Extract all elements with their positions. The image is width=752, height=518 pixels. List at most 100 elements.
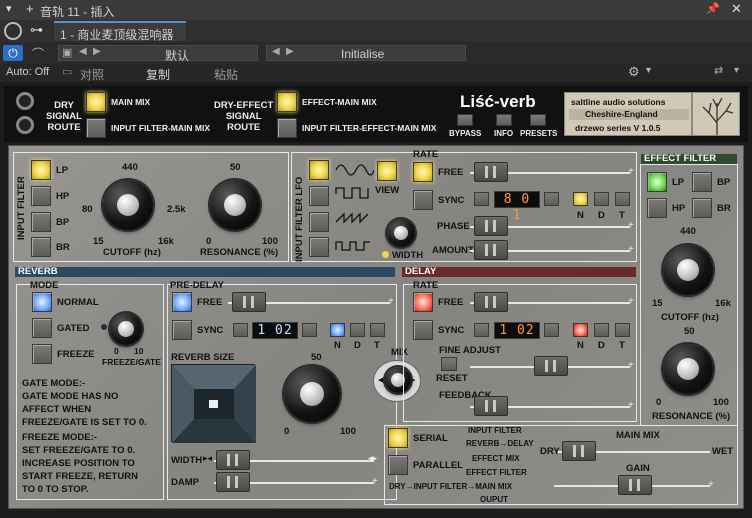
delay-dec-button[interactable] [474,323,489,337]
main-mix-button[interactable] [86,92,106,112]
sidechain-icon[interactable]: ⌒ [32,45,44,62]
input-cutoff-knob[interactable] [103,180,153,230]
feedback-slider-thumb[interactable] [474,396,508,416]
fine-adjust-slider-thumb[interactable] [534,356,568,376]
prev-preset-icon[interactable]: ◀ [79,46,87,57]
effect-res-tick-br: 100 [713,397,729,408]
close-icon[interactable]: ✕ [731,1,742,17]
preset-name: 默认 [165,49,190,63]
lfo-sine-button[interactable] [309,160,329,180]
pin-icon[interactable]: 📌 [706,2,720,15]
reverb-damp-slider-thumb[interactable] [216,472,250,492]
effect-cutoff-knob[interactable] [663,245,713,295]
lfo-square-button[interactable] [309,186,329,206]
freeze-gate-knob[interactable] [110,313,142,345]
delay-t-button[interactable] [615,323,630,337]
lfo-n-button[interactable] [573,192,588,206]
input-hp-label: HP [56,191,70,202]
reverb-gated-button[interactable] [32,318,52,338]
slot-tab-label: 1 - 商业麦顶级混响器 [60,28,174,42]
copy-doc-icon[interactable]: ▭ [62,65,72,78]
info-button[interactable] [496,114,512,126]
lfo-sync-inc-button[interactable] [544,192,559,206]
paste-button[interactable]: 粘贴 [214,66,238,83]
prev-state-icon[interactable]: ◀ [272,46,280,57]
routing-icon[interactable]: ⊶ [30,22,43,38]
next-preset-icon[interactable]: ▶ [93,46,101,57]
predelay-sync-button[interactable] [172,320,192,340]
predelay-t-button[interactable] [370,323,385,337]
lfo-amount-slider-thumb[interactable] [474,240,508,260]
next-state-icon[interactable]: ▶ [286,46,294,57]
serial-button[interactable] [388,428,408,448]
effect-bp-button[interactable] [692,172,712,192]
lfo-pulse-button[interactable] [309,237,329,257]
predelay-slider-thumb[interactable] [232,292,266,312]
effect-main-mix-button[interactable] [277,92,297,112]
delay-d-button[interactable] [594,323,609,337]
delay-free-slider-thumb[interactable] [474,292,508,312]
plus-icon[interactable]: + [26,1,34,16]
delay-n-button[interactable] [573,323,588,337]
lfo-width-knob[interactable] [387,219,415,247]
lfo-d-button[interactable] [594,192,609,206]
reverb-normal-button[interactable] [32,292,52,312]
input-bp-button[interactable] [31,212,51,232]
delay-reset-button[interactable] [441,357,457,371]
lfo-view-button[interactable] [377,161,397,181]
input-filter-main-mix-button[interactable] [86,118,106,138]
plus-icon: + [628,360,634,371]
effect-resonance-knob[interactable] [663,344,713,394]
gain-slider-thumb[interactable] [618,475,652,495]
gear-icon[interactable]: ⚙ [628,64,640,80]
predelay-free-button[interactable] [172,292,192,312]
presets-button[interactable] [530,114,546,126]
effect-hp-button[interactable] [647,198,667,218]
chevron-down-icon[interactable]: ▾ [734,65,739,76]
predelay-inc-button[interactable] [302,323,317,337]
screw-icon [16,92,34,110]
reverb-freeze-button[interactable] [32,344,52,364]
delay-n-label: N [577,340,584,351]
lfo-phase-slider-thumb[interactable] [474,216,508,236]
input-filter-effect-main-mix-button[interactable] [277,118,297,138]
reverb-width-slider-thumb[interactable] [216,450,250,470]
lfo-sync-dec-button[interactable] [474,192,489,206]
gate-mode-help: GATE MODE:- GATE MODE HAS NO AFFECT WHEN… [22,378,147,428]
preset-dropdown[interactable]: ▣ ◀ ▶ 默认 [58,45,258,63]
parallel-button[interactable] [388,455,408,475]
lfo-free-button[interactable] [413,162,433,182]
lfo-sync-display: 8 0 1 [494,191,540,223]
chevron-down-icon[interactable]: ▾ [6,2,12,15]
save-icon[interactable]: ▣ [62,46,72,59]
chevron-down-icon[interactable]: ▾ [646,65,651,76]
predelay-n-button[interactable] [330,323,345,337]
effect-lp-button[interactable] [647,172,667,192]
input-br-button[interactable] [31,237,51,257]
auto-label[interactable]: Auto: Off [6,66,49,78]
lfo-free-slider-thumb[interactable] [474,162,508,182]
slot-tab[interactable]: 1 - 商业麦顶级混响器 [54,21,186,42]
lfo-t-button[interactable] [615,192,630,206]
effect-br-button[interactable] [692,198,712,218]
delay-sync-button[interactable] [413,320,433,340]
expand-icon[interactable]: ⇄ [714,64,723,77]
copy-button[interactable]: 复制 [146,66,170,83]
input-hp-button[interactable] [31,186,51,206]
bypass-button[interactable] [457,114,473,126]
input-lp-button[interactable] [31,160,51,180]
predelay-dec-button[interactable] [233,323,248,337]
reverb-size-knob[interactable] [284,366,340,422]
state-dropdown[interactable]: ◀ ▶ Initialise [266,45,466,61]
compare-button[interactable]: 对照 [80,66,104,83]
input-resonance-knob[interactable] [210,180,260,230]
lfo-sync-button[interactable] [413,190,433,210]
predelay-d-button[interactable] [350,323,365,337]
power-ring-icon[interactable] [4,22,22,40]
vendor-plate: saltline audio solutions Cheshire-Englan… [564,92,692,136]
lfo-saw-button[interactable] [309,212,329,232]
main-mix-slider-thumb[interactable] [562,441,596,461]
delay-inc-button[interactable] [544,323,559,337]
power-button[interactable]: ⏻ [3,45,23,61]
delay-free-button[interactable] [413,292,433,312]
